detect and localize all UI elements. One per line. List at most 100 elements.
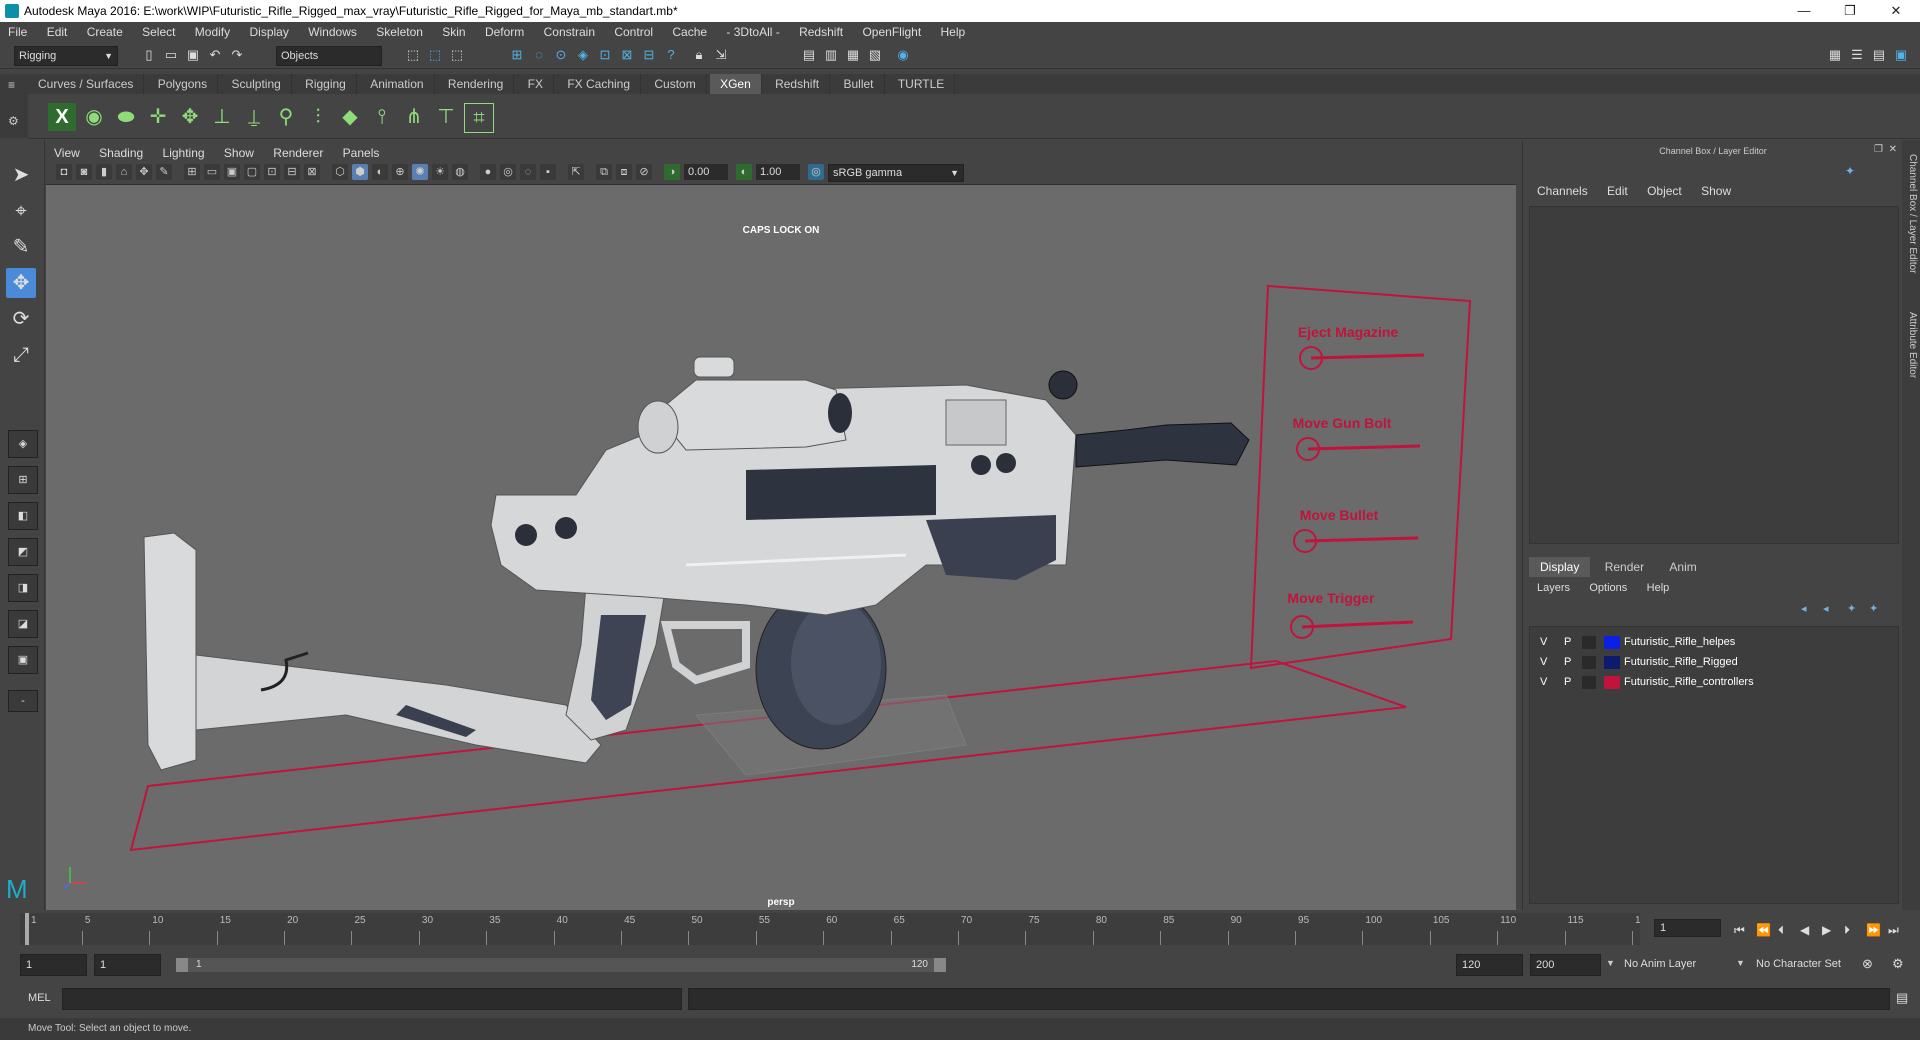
vp-menu-renderer[interactable]: Renderer — [265, 144, 331, 162]
exposure-field[interactable]: 0.00 — [684, 164, 728, 180]
channel-box-toggle-icon[interactable]: ▣ — [1892, 46, 1910, 64]
menu-3dtoall[interactable]: - 3DtoAll - — [718, 22, 787, 42]
safe-title-icon[interactable]: ⊠ — [304, 164, 320, 180]
camera-attributes-icon[interactable]: ◙ — [76, 164, 92, 180]
workspace-icon[interactable]: ▦ — [1826, 46, 1844, 64]
grid-icon[interactable]: ⊞ — [184, 164, 200, 180]
menuset-dropdown[interactable]: Rigging ▼ — [14, 46, 118, 66]
menu-select[interactable]: Select — [134, 22, 183, 42]
go-to-end-icon[interactable]: ⏭ — [1888, 923, 1899, 938]
foregrip[interactable] — [926, 515, 1056, 580]
script-editor-icon[interactable]: ▤ — [1896, 990, 1908, 1006]
auto-key-icon[interactable]: ⊗ — [1862, 956, 1873, 972]
undo-icon[interactable]: ↶ — [206, 46, 224, 64]
snap-help-icon[interactable]: ? — [662, 46, 680, 64]
more-layouts-icon[interactable]: - — [8, 690, 38, 712]
shelf-tab-turtle[interactable]: TURTLE — [888, 74, 956, 94]
xgen-length-icon[interactable]: ⍊ — [240, 103, 268, 131]
open-scene-icon[interactable]: ▭ — [162, 46, 180, 64]
playback-end-field[interactable]: 120 — [1456, 954, 1523, 976]
menu-openflight[interactable]: OpenFlight — [854, 22, 929, 42]
hypershade-layout-icon[interactable]: ◪ — [8, 610, 38, 638]
restore-button[interactable]: ❐ — [1830, 2, 1870, 20]
lasso-tool-icon[interactable]: ⌖ — [6, 196, 36, 226]
channel-box-options-icon[interactable]: ✦ — [1845, 164, 1855, 178]
textured-icon[interactable]: ⊕ — [392, 164, 408, 180]
layer-display-type[interactable] — [1582, 656, 1596, 669]
layer-visibility-toggle[interactable]: V — [1540, 636, 1547, 648]
ipr-render-icon[interactable]: ▦ — [844, 46, 862, 64]
shelf-tab-animation[interactable]: Animation — [360, 74, 435, 94]
layer-color-swatch[interactable] — [1604, 676, 1620, 689]
step-back-frame-icon[interactable]: ⏴ — [1778, 923, 1784, 938]
resolution-gate-icon[interactable]: ▣ — [224, 164, 240, 180]
xgen-select-icon[interactable]: ⌗ — [464, 103, 494, 133]
start-time-field[interactable]: 1 — [20, 954, 87, 976]
input-output-icon[interactable]: ⇲ — [712, 46, 730, 64]
xgen-move-guides-icon[interactable]: ✥ — [176, 103, 204, 131]
layer-playback-toggle[interactable]: P — [1564, 636, 1571, 648]
xgen-icon[interactable]: X — [48, 103, 76, 131]
motion-blur-icon[interactable]: ● — [480, 164, 496, 180]
image-plane-icon[interactable]: ⌂ — [116, 164, 132, 180]
single-view-layout-icon[interactable]: ◈ — [8, 430, 38, 458]
color-management-icon[interactable]: ◎ — [808, 164, 824, 180]
range-end-handle[interactable] — [934, 958, 946, 972]
xgen-layers-icon[interactable]: ◆ — [336, 103, 364, 131]
xgen-place-icon[interactable]: ⊥ — [208, 103, 236, 131]
isolate-select-icon[interactable]: ▪ — [540, 164, 556, 180]
use-all-lights-icon[interactable]: ✺ — [412, 164, 428, 180]
shadows-icon[interactable]: ☀ — [432, 164, 448, 180]
xgen-bend-icon[interactable]: ⫯ — [368, 103, 396, 131]
menu-windows[interactable]: Windows — [300, 22, 365, 42]
exposure-icon[interactable]: ◑ — [664, 164, 680, 180]
menu-display[interactable]: Display — [241, 22, 296, 42]
xgen-lock-icon[interactable]: ⚲ — [272, 103, 300, 131]
channel-box-area[interactable] — [1529, 206, 1899, 544]
render-frame-icon[interactable]: ▥ — [822, 46, 840, 64]
time-slider[interactable]: 1 5 10 15 20 25 30 35 40 45 50 55 60 65 70 75 80 85 90 95 10… — [20, 913, 1652, 945]
menu-deform[interactable]: Deform — [477, 22, 532, 42]
uv-layout-icon[interactable]: ▣ — [8, 646, 38, 674]
play-backward-icon[interactable]: ◀ — [1800, 923, 1809, 937]
move-gun-bolt-slider[interactable] — [1296, 437, 1421, 461]
snap-view-plane-icon[interactable]: ◈ — [574, 46, 592, 64]
rifle-buttpad[interactable] — [143, 532, 197, 771]
menu-modify[interactable]: Modify — [187, 22, 238, 42]
menu-create[interactable]: Create — [79, 22, 131, 42]
range-start-handle[interactable] — [176, 958, 188, 972]
xgen-grass-icon[interactable]: ⋔ — [400, 103, 428, 131]
layer-display-type[interactable] — [1582, 636, 1596, 649]
xgen-cut-icon[interactable]: ⫶ — [304, 103, 332, 131]
layer-row[interactable]: V P Futuristic_Rifle_helpes — [1530, 633, 1898, 652]
backface-culling-icon[interactable]: ⊘ — [636, 164, 652, 180]
xgen-add-guides-icon[interactable]: ✛ — [144, 103, 172, 131]
depth-of-field-icon[interactable]: ◌ — [520, 164, 536, 180]
film-gate-icon[interactable]: ▭ — [204, 164, 220, 180]
render-view-icon[interactable]: ▤ — [800, 46, 818, 64]
field-chart-icon[interactable]: ⊡ — [264, 164, 280, 180]
xgen-eye-icon[interactable]: ◉ — [80, 103, 108, 131]
scale-tool-icon[interactable]: ⤢ — [6, 340, 36, 370]
redo-icon[interactable]: ↷ — [228, 46, 246, 64]
perspective-viewport[interactable]: CAPS LOCK ON Eject Magazine Move Gun Bol… — [46, 185, 1516, 910]
xgen-leaf-icon[interactable]: ⬬ — [112, 103, 140, 131]
snap-point-icon[interactable]: ⊙ — [552, 46, 570, 64]
xray-joints-icon[interactable]: ⧉ — [596, 164, 612, 180]
new-scene-icon[interactable]: ▯ — [140, 46, 158, 64]
shelf-tab-sculpting[interactable]: Sculpting — [221, 74, 292, 94]
layer-visibility-toggle[interactable]: V — [1540, 656, 1547, 668]
current-frame-field[interactable]: 1 — [1654, 919, 1721, 937]
bookmark-icon[interactable]: ▮ — [96, 164, 112, 180]
gate-mask-icon[interactable]: ▢ — [244, 164, 260, 180]
snap-grid-icon[interactable]: ⊞ — [508, 46, 526, 64]
layer-menu-options[interactable]: Options — [1581, 582, 1635, 594]
paint-select-tool-icon[interactable]: ✎ — [6, 232, 36, 262]
snap-surface-icon[interactable]: ⊠ — [618, 46, 636, 64]
command-input[interactable] — [62, 988, 682, 1010]
shelf-tab-redshift[interactable]: Redshift — [765, 74, 831, 94]
chevron-down-icon[interactable]: ▼ — [1736, 958, 1745, 968]
snap-live-icon[interactable]: ⊡ — [596, 46, 614, 64]
rifle-stock[interactable] — [195, 654, 602, 764]
minimize-button[interactable]: — — [1784, 2, 1824, 20]
